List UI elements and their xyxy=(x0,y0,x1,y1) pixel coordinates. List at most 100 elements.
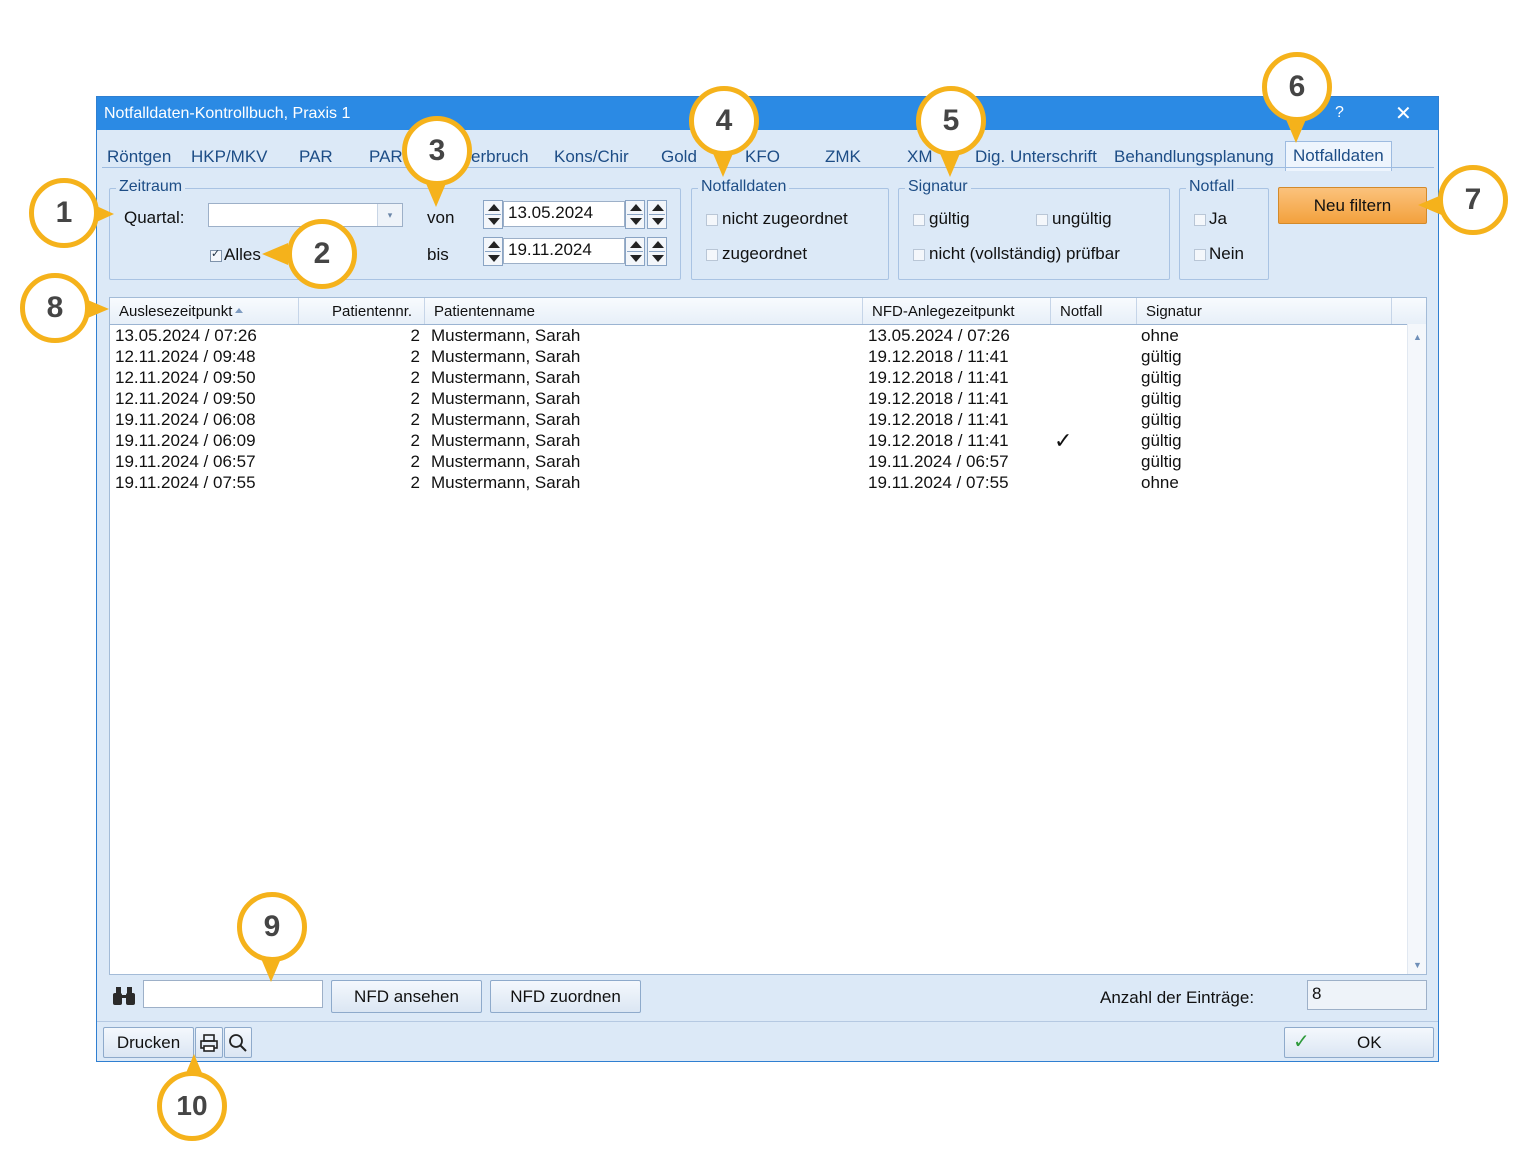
ja-checkbox[interactable] xyxy=(1194,214,1206,226)
cell-ausl: 19.11.2024 / 06:09 xyxy=(115,431,256,450)
binoculars-icon[interactable] xyxy=(112,985,136,1013)
cell-sig: ohne xyxy=(1141,473,1179,492)
callout-5: 5 xyxy=(916,86,986,156)
nicht-zugeordnet-label: nicht zugeordnet xyxy=(722,209,848,228)
notfall-legend: Notfall xyxy=(1186,178,1238,196)
alles-checkbox[interactable] xyxy=(210,247,222,262)
ok-button[interactable]: ✓ OK xyxy=(1284,1027,1434,1058)
column-separator[interactable] xyxy=(862,298,863,324)
cell-sig: gültig xyxy=(1141,347,1182,366)
cell-name: Mustermann, Sarah xyxy=(431,326,581,345)
tab-kfo[interactable]: KFO xyxy=(745,147,780,167)
zeitraum-legend: Zeitraum xyxy=(116,178,186,196)
nicht-pruefbar-checkbox[interactable] xyxy=(913,249,925,261)
callout-7: 7 xyxy=(1438,165,1508,235)
cell-ausl: 13.05.2024 / 07:26 xyxy=(115,326,257,345)
callout-pointer xyxy=(262,243,288,265)
column-separator[interactable] xyxy=(424,298,425,324)
table-row[interactable]: 13.05.2024 / 07:26 2 Mustermann, Sarah 13.0… xyxy=(110,326,1406,347)
scroll-up-icon[interactable]: ▲ xyxy=(1413,332,1422,342)
table-row[interactable]: 12.11.2024 / 09:48 2 Mustermann, Sarah 19.1… xyxy=(110,347,1406,368)
tab-behandlungsplanung[interactable]: Behandlungsplanung xyxy=(1114,147,1274,167)
von-spin-left[interactable] xyxy=(483,200,503,229)
tab-hkp-mkv[interactable]: HKP/MKV xyxy=(191,147,268,167)
checkmark-icon: ✓ xyxy=(1293,1031,1310,1053)
von-spin-right-2[interactable] xyxy=(647,200,667,229)
search-icon[interactable] xyxy=(224,1027,252,1058)
cell-nr: 2 xyxy=(410,326,420,345)
table-row[interactable]: 19.11.2024 / 07:55 2 Mustermann, Sarah 19.1… xyxy=(110,473,1406,494)
bis-spin-left[interactable] xyxy=(483,237,503,266)
column-separator[interactable] xyxy=(1136,298,1137,324)
sort-ascending-icon xyxy=(235,308,244,313)
von-date-field[interactable]: 13.05.2024 xyxy=(503,201,625,227)
chevron-down-icon[interactable]: ▾ xyxy=(377,204,402,226)
callout-3: 3 xyxy=(402,116,472,186)
anzahl-field: 8 xyxy=(1307,980,1427,1010)
callout-2: 2 xyxy=(287,219,357,289)
bis-spin-right-2[interactable] xyxy=(647,237,667,266)
tab-kons-chir[interactable]: Kons/Chir xyxy=(554,147,629,167)
gueltig-checkbox[interactable] xyxy=(913,214,925,226)
cell-nfd: 19.11.2024 / 07:55 xyxy=(868,473,1009,492)
callout-9: 9 xyxy=(237,892,307,962)
tab-gold[interactable]: Gold xyxy=(661,147,697,167)
zugeordnet-checkbox[interactable] xyxy=(706,249,718,261)
table-row[interactable]: 12.11.2024 / 09:50 2 Mustermann, Sarah 19.1… xyxy=(110,368,1406,389)
col-patientenname[interactable]: Patientenname xyxy=(434,303,535,320)
notfall-group: Notfall Ja Nein xyxy=(1179,178,1269,280)
cell-sig: gültig xyxy=(1141,452,1182,471)
nicht-zugeordnet-checkbox[interactable] xyxy=(706,214,718,226)
nicht-pruefbar-label: nicht (vollständig) prüfbar xyxy=(929,244,1120,263)
neu-filtern-button[interactable]: Neu filtern xyxy=(1278,187,1427,224)
col-nfd-anlegezeitpunkt[interactable]: NFD-Anlegezeitpunkt xyxy=(872,303,1015,320)
cell-sig: gültig xyxy=(1141,389,1182,408)
window-title: Notfalldaten-Kontrollbuch, Praxis 1 xyxy=(104,105,351,122)
cell-name: Mustermann, Sarah xyxy=(431,473,581,492)
scroll-down-icon[interactable]: ▼ xyxy=(1413,960,1422,970)
tab-par-2[interactable]: PAR xyxy=(369,147,403,167)
tab-bruch[interactable]: erbruch xyxy=(471,147,529,167)
callout-8: 8 xyxy=(20,273,90,343)
von-spin-right[interactable] xyxy=(625,200,645,229)
bis-date-field[interactable]: 19.11.2024 xyxy=(503,238,625,264)
cell-ausl: 19.11.2024 / 07:55 xyxy=(115,473,256,492)
nfd-ansehen-button[interactable]: NFD ansehen xyxy=(331,980,482,1013)
nfd-zuordnen-button[interactable]: NFD zuordnen xyxy=(490,980,641,1013)
callout-6: 6 xyxy=(1262,52,1332,122)
cell-ausl: 19.11.2024 / 06:57 xyxy=(115,452,256,471)
column-separator[interactable] xyxy=(1050,298,1051,324)
cell-name: Mustermann, Sarah xyxy=(431,389,581,408)
bis-spin-right[interactable] xyxy=(625,237,645,266)
vertical-scrollbar[interactable]: ▲ ▼ xyxy=(1407,324,1426,974)
tab-zmk[interactable]: ZMK xyxy=(825,147,861,167)
column-separator[interactable] xyxy=(298,298,299,324)
ungueltig-checkbox[interactable] xyxy=(1036,214,1048,226)
drucken-button[interactable]: Drucken xyxy=(103,1027,194,1058)
signatur-legend: Signatur xyxy=(905,178,971,196)
tab-xm[interactable]: XM xyxy=(907,147,933,167)
col-patientennr[interactable]: Patientennr. xyxy=(332,303,412,320)
table-row[interactable]: 19.11.2024 / 06:08 2 Mustermann, Sarah 19.1… xyxy=(110,410,1406,431)
entries-table: Auslesezeitpunkt Patientennr. Patientenn… xyxy=(109,297,1427,975)
tab-dig-unterschrift[interactable]: Dig. Unterschrift xyxy=(975,147,1097,167)
signatur-group: Signatur gültig ungültig nicht (vollstän… xyxy=(898,178,1170,280)
tab-par[interactable]: PAR xyxy=(299,147,333,167)
col-auslesezeitpunkt[interactable]: Auslesezeitpunkt xyxy=(119,303,244,320)
nein-checkbox[interactable] xyxy=(1194,249,1206,261)
close-button[interactable]: ✕ xyxy=(1395,101,1412,126)
col-signatur[interactable]: Signatur xyxy=(1146,303,1202,320)
cell-name: Mustermann, Sarah xyxy=(431,368,581,387)
search-input[interactable] xyxy=(143,980,323,1008)
col-notfall[interactable]: Notfall xyxy=(1060,303,1103,320)
table-row[interactable]: 19.11.2024 / 06:09 2 Mustermann, Sarah 19.1… xyxy=(110,428,1406,453)
zugeordnet-label: zugeordnet xyxy=(722,244,808,263)
table-row[interactable]: 19.11.2024 / 06:57 2 Mustermann, Sarah 19.1… xyxy=(110,452,1406,473)
cell-nfd: 19.12.2018 / 11:41 xyxy=(868,431,1009,450)
tab-roentgen[interactable]: Röntgen xyxy=(107,147,171,167)
table-row[interactable]: 12.11.2024 / 09:50 2 Mustermann, Sarah 19.1… xyxy=(110,389,1406,410)
help-button[interactable]: ? xyxy=(1335,104,1344,122)
cell-nfd: 19.12.2018 / 11:41 xyxy=(868,347,1009,366)
column-separator[interactable] xyxy=(1391,298,1392,324)
notfalldaten-legend: Notfalldaten xyxy=(698,178,790,196)
